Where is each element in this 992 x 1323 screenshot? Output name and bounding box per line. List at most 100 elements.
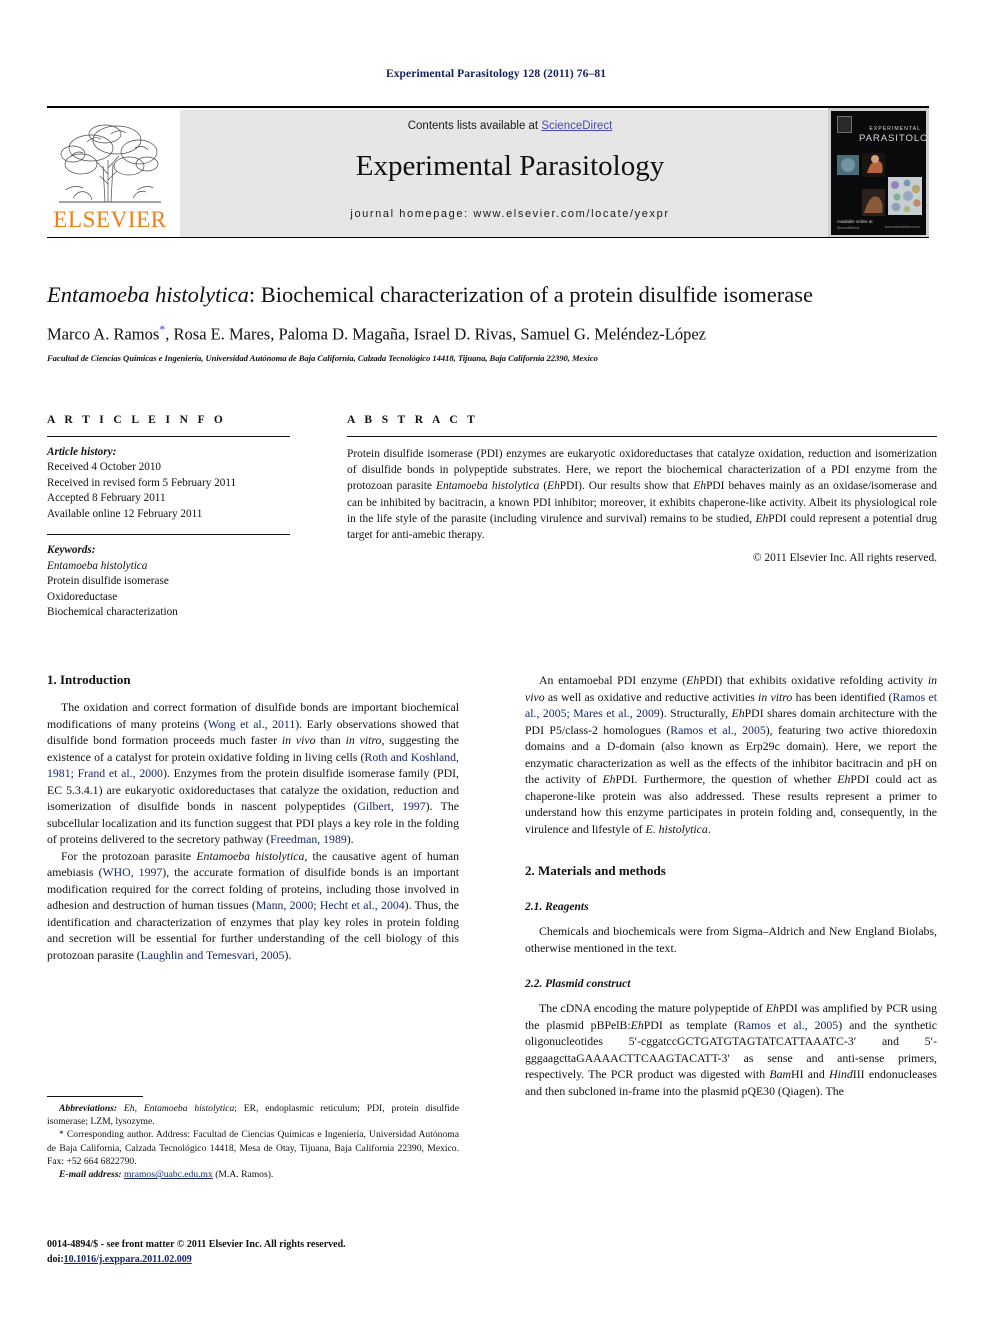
email-label: E-mail address:: [59, 1169, 122, 1181]
intro-paragraph-1: The oxidation and correct formation of d…: [47, 699, 459, 848]
text-seg-italic: Eh: [686, 673, 700, 687]
intro-paragraph-3: An entamoebal PDI enzyme (EhPDI) that ex…: [525, 672, 937, 837]
abstract-seg: PDI). Our results show that: [559, 480, 694, 493]
text-seg-italic: Hind: [829, 1067, 853, 1082]
cover-url-text: www.sciencedirect.com: [884, 225, 920, 229]
header-rule-top: [47, 106, 929, 108]
text-seg: PDI as template (: [643, 1017, 739, 1032]
sciencedirect-link[interactable]: ScienceDirect: [541, 120, 612, 132]
text-seg-italic: Eh: [123, 1103, 135, 1114]
intro-paragraph-2: For the protozoan parasite Entamoeba his…: [47, 848, 459, 964]
history-item: Received in revised form 5 February 2011: [47, 476, 237, 489]
journal-header: ELSEVIER Contents lists available at Sci…: [47, 106, 929, 238]
plasmid-paragraph: The cDNA encoding the mature polypeptide…: [525, 1000, 937, 1099]
cover-sciencedirect-mark: ScienceDirect: [837, 226, 860, 230]
abstract-heading: A B S T R A C T: [347, 414, 479, 426]
cover-title: EXPERIMENTAL PARASITOLOGY: [859, 126, 926, 144]
citation-link[interactable]: Ramos et al., 2005: [670, 723, 765, 737]
footnote-abbreviations: Abbreviations: Eh, Entamoeba histolytica…: [47, 1102, 459, 1128]
doi-label: doi:: [47, 1253, 64, 1265]
keyword-item: Entamoeba histolytica: [47, 559, 148, 572]
text-seg-italic: Eh: [837, 772, 851, 787]
abstract-rule: [347, 436, 937, 437]
text-seg-italic: in vitro: [758, 689, 793, 704]
citation-link[interactable]: Wong et al., 2011: [208, 717, 295, 731]
text-seg-italic: in vitro: [345, 733, 382, 748]
author-first: Marco A. Ramos: [47, 324, 160, 344]
text-seg-italic: Eh: [765, 1001, 779, 1016]
doi-line: doi:10.1016/j.exppara.2011.02.009: [47, 1253, 527, 1268]
email-suffix: (M.A. Ramos).: [215, 1169, 274, 1181]
citation-link[interactable]: WHO, 1997: [103, 865, 163, 879]
text-seg-italic: E. histolytica: [645, 821, 708, 836]
running-head: Experimental Parasitology 128 (2011) 76–…: [385, 68, 607, 80]
article-info-column: A R T I C L E I N F O Article history: R…: [47, 414, 290, 621]
citation-link[interactable]: Mann, 2000; Hecht et al., 2004: [256, 898, 405, 912]
citation-link[interactable]: Ramos et al., 2005: [738, 1018, 838, 1032]
journal-cover-thumbnail[interactable]: EXPERIMENTAL PARASITOLOGY: [828, 108, 929, 238]
subsection-heading-reagents: 2.1. Reagents: [525, 901, 589, 914]
section-heading-introduction: 1. Introduction: [47, 672, 131, 687]
text-seg-italic: in vivo: [281, 733, 316, 748]
article-info-heading: A R T I C L E I N F O: [47, 414, 227, 426]
body-column-right: An entamoebal PDI enzyme (EhPDI) that ex…: [525, 672, 937, 1099]
abstract-seg-italic: Entamoeba histolytica: [435, 480, 540, 493]
text-seg: The cDNA encoding the mature polypeptide…: [539, 1001, 766, 1016]
affiliation: Facultad de Ciencias Químicas e Ingenier…: [47, 352, 598, 363]
text-seg-italic: Eh: [630, 1017, 644, 1032]
abstract-seg-italic: Eh: [755, 512, 769, 525]
history-item: Accepted 8 February 2011: [47, 492, 166, 505]
article-history-label: Article history:: [47, 446, 117, 458]
journal-homepage-line[interactable]: journal homepage: www.elsevier.com/locat…: [180, 208, 840, 220]
footnote-rule: [47, 1096, 143, 1097]
cover-collage-icon: [837, 153, 922, 216]
elsevier-wordmark: ELSEVIER: [53, 207, 167, 232]
abstract-seg-italic: Eh: [547, 480, 560, 493]
article-title-species: Entamoeba histolytica: [47, 282, 249, 307]
abstract-column: A B S T R A C T Protein disulfide isomer…: [347, 414, 937, 564]
citation-link[interactable]: Gilbert, 1997: [357, 799, 425, 813]
text-seg: HI and: [791, 1067, 830, 1082]
history-item: Available online 12 February 2011: [47, 507, 203, 520]
elsevier-tree-icon: [59, 124, 161, 203]
reagents-paragraph: Chemicals and biochemicals were from Sig…: [525, 924, 937, 955]
keywords-block: Keywords: Entamoeba histolytica Protein …: [47, 543, 290, 620]
text-seg: For the protozoan parasite: [61, 848, 197, 863]
subsection-heading-plasmid-construct: 2.2. Plasmid construct: [525, 978, 631, 991]
footnote-email: E-mail address: mramos@uabc.edu.mx (M.A.…: [47, 1168, 459, 1181]
text-seg: ). Structurally,: [659, 706, 732, 721]
cover-elsevier-icon: [837, 116, 852, 133]
text-seg: has been identified (: [792, 689, 893, 704]
keyword-item: Oxidoreductase: [47, 590, 118, 603]
keywords-rule: [47, 534, 290, 536]
journal-title: Experimental Parasitology: [355, 150, 665, 182]
text-seg: than: [315, 733, 346, 748]
text-seg-italic: Eh: [602, 772, 616, 787]
bottom-matter: 0014-4894/$ - see front matter © 2011 El…: [47, 1238, 527, 1267]
header-rule-bottom: [47, 237, 929, 238]
author-rest: , Rosa E. Mares, Paloma D. Magaña, Israe…: [165, 324, 706, 344]
text-seg: PDI. Furthermore, the question of whethe…: [615, 772, 838, 787]
text-seg: as well as oxidative and reductive activ…: [544, 689, 759, 704]
abbreviations-label: Abbreviations:: [59, 1103, 118, 1114]
article-title-rest: : Biochemical characterization of a prot…: [248, 282, 813, 307]
cover-artwork: EXPERIMENTAL PARASITOLOGY: [831, 111, 926, 235]
text-seg-italic: Bam: [769, 1067, 792, 1082]
keyword-item: Biochemical characterization: [47, 606, 178, 619]
email-link[interactable]: mramos@uabc.edu.mx: [124, 1169, 213, 1180]
keyword-item: Protein disulfide isomerase: [47, 575, 169, 588]
article-page: Experimental Parasitology 128 (2011) 76–…: [0, 0, 992, 1323]
abstract-seg: (: [539, 480, 548, 493]
citation-link[interactable]: Freedman, 1989: [270, 832, 347, 846]
cover-title-line2: PARASITOLOGY: [859, 132, 926, 144]
article-title: Entamoeba histolytica: Biochemical chara…: [47, 282, 937, 309]
text-seg-italic: Entamoeba histolytica: [143, 1103, 235, 1114]
text-seg: PDI) that exhibits oxidative refolding a…: [699, 673, 928, 687]
contents-prefix: Contents lists available at: [407, 120, 542, 132]
citation-link[interactable]: Laughlin and Temesvari, 2005: [141, 948, 285, 962]
author-list: Marco A. Ramos*, Rosa E. Mares, Paloma D…: [47, 322, 937, 344]
history-item: Received 4 October 2010: [47, 461, 162, 474]
doi-link[interactable]: 10.1016/j.exppara.2011.02.009: [64, 1254, 192, 1265]
article-history-block: Article history: Received 4 October 2010…: [47, 445, 290, 522]
text-seg-italic: Entamoeba histolytica: [196, 848, 305, 863]
